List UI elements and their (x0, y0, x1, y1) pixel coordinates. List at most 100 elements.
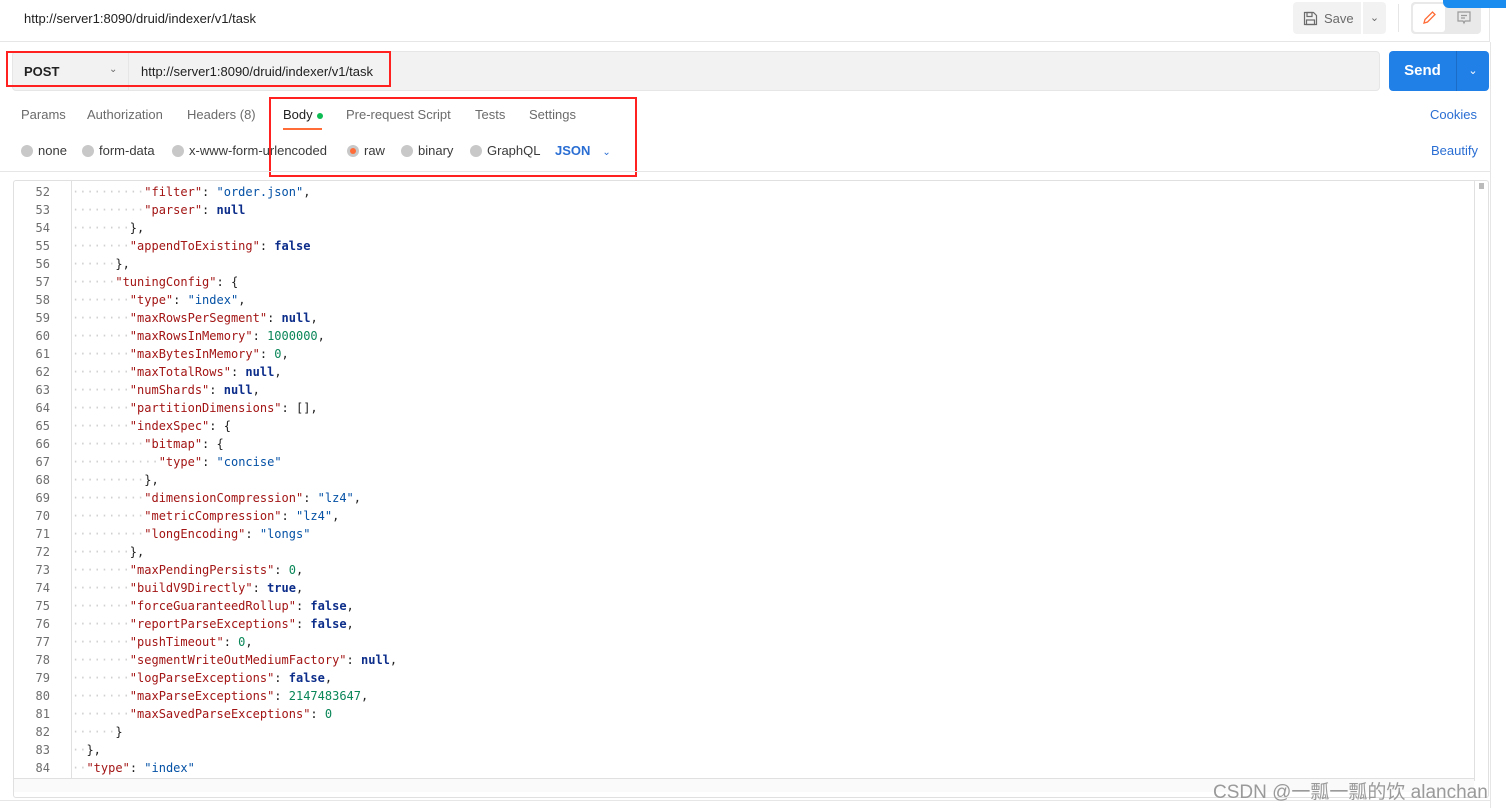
code-line: ········"indexSpec": { (72, 419, 231, 433)
code-line: ········"pushTimeout": 0, (72, 635, 253, 649)
code-token: "segmentWriteOutMediumFactory" (129, 653, 347, 667)
comment-icon (1457, 11, 1471, 25)
code-token: false (310, 617, 347, 631)
code-line: ········"maxParseExceptions": 2147483647… (72, 689, 368, 703)
code-token: , (295, 581, 304, 595)
code-line: ··········"metricCompression": "lz4", (72, 509, 339, 523)
code-token: null (223, 383, 253, 397)
code-token: }, (129, 221, 145, 235)
tab-params[interactable]: Params (21, 107, 66, 122)
code-line: ········"type": "index", (72, 293, 245, 307)
code-line: ··········"parser": null (72, 203, 245, 217)
code-token: }, (86, 743, 101, 757)
line-number: 84 (35, 761, 50, 775)
code-token: "pushTimeout" (129, 635, 224, 649)
code-token: "reportParseExceptions" (129, 617, 296, 631)
code-token: "order.json" (216, 185, 304, 199)
code-token: , (353, 491, 362, 505)
code-token: 0 (288, 563, 296, 577)
line-number: 66 (35, 437, 50, 451)
code-token: : (303, 491, 318, 505)
code-token: , (281, 347, 289, 361)
code-token: "longEncoding" (144, 527, 246, 541)
highlight-box-body (269, 97, 637, 177)
code-token: "index" (144, 761, 195, 775)
indent-whitespace: ········ (72, 401, 130, 415)
code-token: "maxRowsInMemory" (129, 329, 253, 343)
save-button[interactable]: Save (1293, 2, 1361, 34)
watermark: CSDN @一瓢一瓢的饮 alanchan (1213, 782, 1488, 803)
code-token: "numShards" (129, 383, 210, 397)
code-token: null (361, 653, 390, 667)
indent-whitespace: ········ (72, 311, 130, 325)
code-token: "index" (187, 293, 239, 307)
code-token: "maxBytesInMemory" (129, 347, 260, 361)
indent-whitespace: ·········· (72, 203, 145, 217)
code-line: ········"maxTotalRows": null, (72, 365, 282, 379)
body-type-form-data[interactable]: form-data (82, 143, 155, 158)
code-line: ········"reportParseExceptions": false, (72, 617, 354, 631)
code-token: : (259, 347, 275, 361)
code-line: ··········"bitmap": { (72, 437, 224, 451)
code-token: false (310, 599, 347, 613)
indent-whitespace: ········ (72, 221, 130, 235)
tab-authorization[interactable]: Authorization (87, 107, 163, 122)
code-token: "maxRowsPerSegment" (129, 311, 268, 325)
line-number: 77 (35, 635, 50, 649)
code-token: }, (144, 473, 159, 487)
code-editor[interactable]: 52 ··········"filter": "order.json", 53 ···… (13, 180, 1489, 798)
indent-whitespace: ·········· (72, 527, 145, 541)
code-token: "dimensionCompression" (144, 491, 304, 505)
indent-whitespace: ········ (72, 347, 130, 361)
code-token: "bitmap" (144, 437, 203, 451)
line-number: 64 (35, 401, 50, 415)
code-token: , (324, 671, 333, 685)
code-token: , (389, 653, 398, 667)
indent-whitespace: ········ (72, 419, 130, 433)
line-number: 55 (35, 239, 50, 253)
code-token: : { (202, 437, 224, 451)
code-line: ········}, (72, 221, 144, 235)
send-options-button[interactable]: ⌄ (1456, 51, 1489, 91)
code-token: "metricCompression" (144, 509, 282, 523)
code-token: "filter" (144, 185, 203, 199)
code-line: ··········"dimensionCompression": "lz4", (72, 491, 361, 505)
line-number: 70 (35, 509, 50, 523)
code-line: ········"maxSavedParseExceptions": 0 (72, 707, 332, 721)
vertical-scrollbar[interactable] (1474, 181, 1488, 781)
radio-icon (82, 144, 94, 157)
code-line: ··"type": "index" (72, 761, 195, 775)
cookies-link[interactable]: Cookies (1430, 107, 1477, 122)
line-number: 73 (35, 563, 50, 577)
code-token: : { (209, 419, 231, 433)
comment-mode-button[interactable] (1449, 4, 1479, 32)
indent-whitespace: ······ (72, 257, 116, 271)
scrollbar-thumb[interactable] (1479, 183, 1484, 189)
line-number: 53 (35, 203, 50, 217)
code-token: "tuningConfig" (115, 275, 217, 289)
indent-whitespace: ········ (72, 563, 130, 577)
send-button[interactable]: Send ⌄ (1389, 51, 1489, 91)
code-token: : (274, 563, 289, 577)
radio-label: form-data (99, 143, 155, 158)
code-token: : (202, 185, 217, 199)
divider (1398, 4, 1399, 32)
code-token: "maxTotalRows" (129, 365, 231, 379)
edit-mode-button[interactable] (1413, 4, 1445, 32)
request-title[interactable]: http://server1:8090/druid/indexer/v1/tas… (24, 11, 256, 26)
save-options-button[interactable]: ⌄ (1363, 2, 1386, 34)
code-token: }, (129, 545, 145, 559)
body-type-none[interactable]: none (21, 143, 67, 158)
tab-headers[interactable]: Headers (8) (187, 107, 256, 122)
notification-tab[interactable] (1443, 0, 1506, 8)
beautify-link[interactable]: Beautify (1431, 143, 1478, 158)
code-token: "partitionDimensions" (129, 401, 282, 415)
code-token: , (245, 635, 253, 649)
code-token: : (346, 653, 361, 667)
line-number: 75 (35, 599, 50, 613)
radio-icon (172, 144, 184, 157)
code-token: : (245, 527, 260, 541)
indent-whitespace: ······ (72, 275, 116, 289)
line-number: 76 (35, 617, 50, 631)
indent-whitespace: ········ (72, 599, 130, 613)
